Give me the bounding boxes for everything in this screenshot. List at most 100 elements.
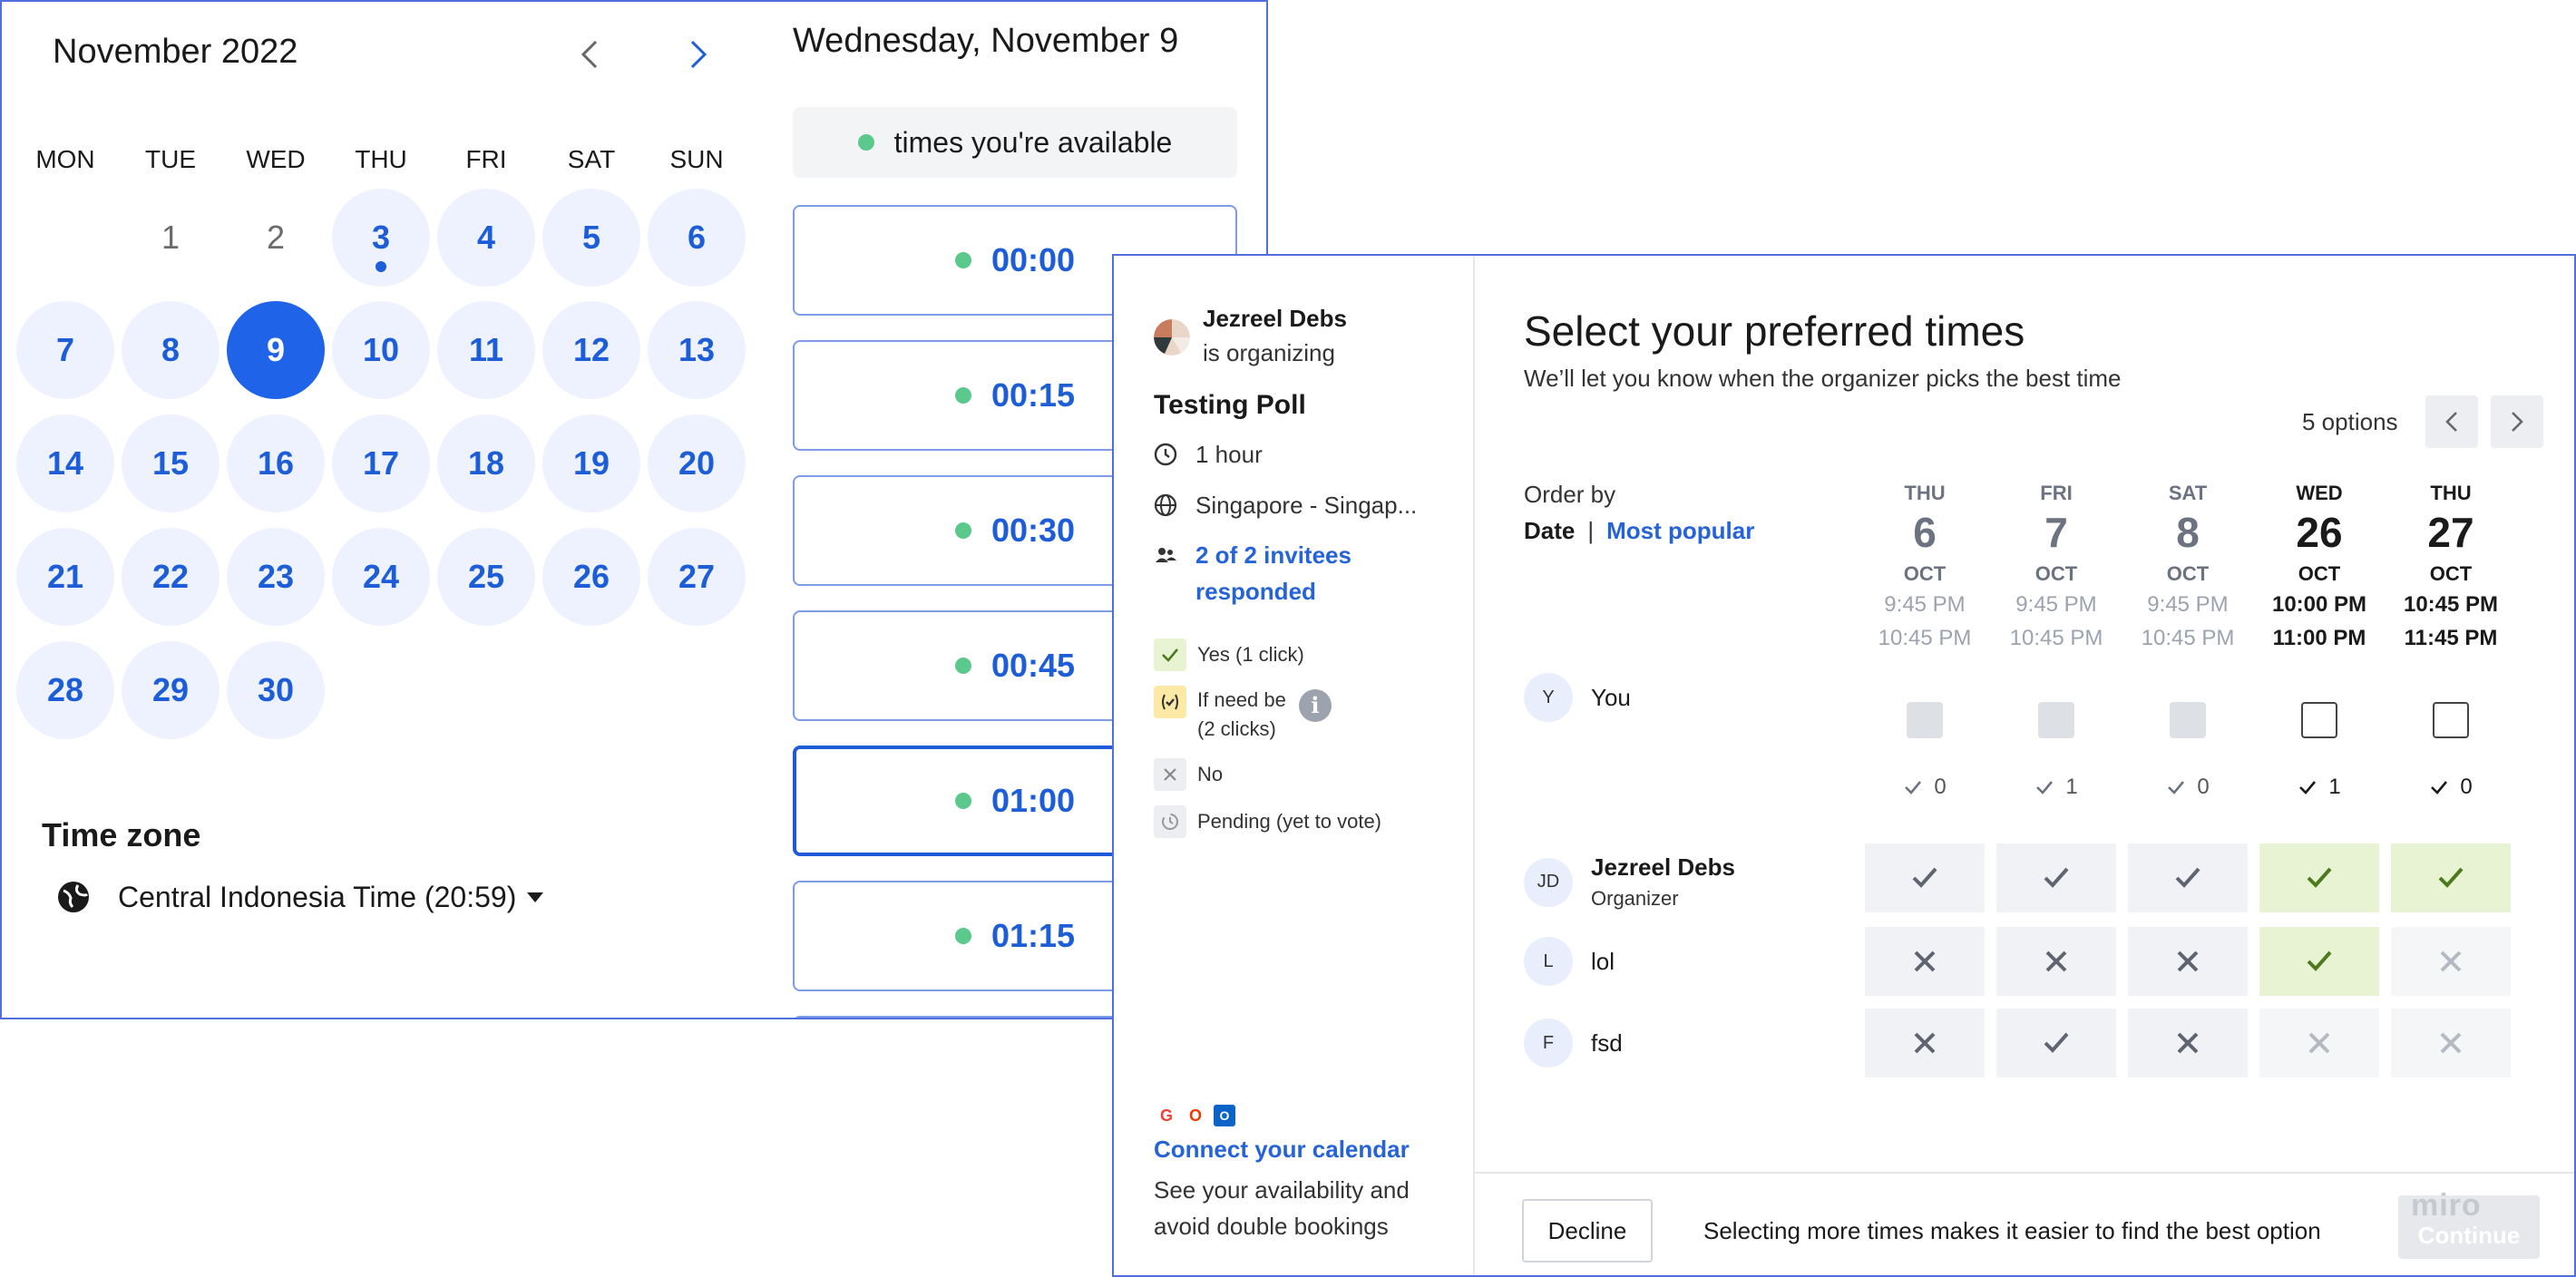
day-number: 20 (678, 444, 716, 482)
order-by-most-popular[interactable]: Most popular (1606, 517, 1754, 544)
calendar-day-22[interactable]: 22 (122, 528, 220, 626)
day-number: 11 (468, 331, 504, 368)
pending-clock-icon (1154, 805, 1186, 838)
calendar-day-10[interactable]: 10 (332, 301, 430, 399)
calendar-day-30[interactable]: 30 (227, 641, 325, 739)
chevron-right-icon (690, 40, 707, 69)
calendar-day-8[interactable]: 8 (122, 301, 220, 399)
participant-fsd: Ffsd (1524, 1019, 1623, 1067)
timezone-title: Time zone (42, 816, 201, 853)
legend-if-need-be: If need be (2 clicks) i (1154, 686, 1332, 744)
poll-main-title: Select your preferred times (1524, 307, 2025, 355)
participant-name: lol (1591, 947, 1615, 975)
next-month-button[interactable] (680, 33, 717, 76)
day-number: 8 (161, 331, 181, 368)
check-icon (1912, 867, 1937, 888)
calendar-day-26[interactable]: 26 (542, 528, 640, 626)
poll-duration: 1 hour (1154, 441, 1263, 469)
day-number: 21 (46, 558, 84, 595)
vote-checkbox (1907, 702, 1943, 738)
weekday-label: SAT (567, 145, 616, 173)
x-icon (1914, 950, 1936, 972)
avatar: L (1524, 937, 1573, 986)
day-number: 2 (266, 219, 286, 256)
check-icon (2036, 781, 2054, 794)
day-number: 9 (266, 331, 286, 368)
calendar-day-28[interactable]: 28 (16, 641, 114, 739)
time-option-header: FRI 7 OCT 9:45 PM 10:45 PM (2009, 482, 2103, 651)
calendar-day-3[interactable]: 3 (332, 189, 430, 287)
availability-label: times you're available (893, 125, 1173, 159)
vote-cell (2391, 1009, 2511, 1077)
timezone-select[interactable]: Central Indonesia Time (20:59) (56, 880, 544, 914)
calendar-day-21[interactable]: 21 (16, 528, 114, 626)
day-number: 19 (572, 444, 610, 482)
calendar-day-23[interactable]: 23 (227, 528, 325, 626)
calendar-day-19[interactable]: 19 (542, 414, 640, 512)
check-icon (2299, 781, 2317, 794)
check-icon (2044, 867, 2069, 888)
time-option-header: WED 26 OCT 10:00 PM 11:00 PM (2271, 482, 2367, 651)
calendar-day-5[interactable]: 5 (542, 189, 640, 287)
day-number: 17 (362, 444, 400, 482)
today-indicator (376, 261, 386, 272)
calendar-day-17[interactable]: 17 (332, 414, 430, 512)
vote-cell (1996, 1009, 2116, 1077)
vote-cell (2128, 843, 2248, 912)
vote-cell (2259, 843, 2379, 912)
available-dot-icon (954, 387, 971, 404)
next-options-button[interactable] (2491, 395, 2543, 448)
calendar-day-11[interactable]: 11 (437, 301, 535, 399)
poll-timezone: Singapore - Singap... (1154, 492, 1417, 520)
month-title: November 2022 (53, 33, 298, 71)
calendar-day-6[interactable]: 6 (648, 189, 746, 287)
vote-checkbox[interactable] (2433, 702, 2469, 738)
avatar: F (1524, 1019, 1573, 1067)
office-icon: O (1188, 1106, 1202, 1125)
connect-calendar-description: See your availability and avoid double b… (1154, 1176, 1410, 1240)
calendar-day-13[interactable]: 13 (648, 301, 746, 399)
chevron-left-icon (2445, 412, 2457, 432)
calendar-day-9[interactable]: 9 (227, 301, 325, 399)
calendar-day-20[interactable]: 20 (648, 414, 746, 512)
prev-options-button[interactable] (2425, 395, 2478, 448)
if-need-be-icon (1154, 686, 1186, 718)
available-dot-icon (954, 793, 971, 809)
connect-calendar-link[interactable]: Connect your calendar (1154, 1136, 1410, 1164)
calendar-day-27[interactable]: 27 (648, 528, 746, 626)
calendar-day-25[interactable]: 25 (437, 528, 535, 626)
calendar-day-29[interactable]: 29 (122, 641, 220, 739)
meeting-poll-dialog: Jezreel Debs is organizing Testing Poll … (1112, 254, 2576, 1277)
calendar-day-16[interactable]: 16 (227, 414, 325, 512)
calendar-day-15[interactable]: 15 (122, 414, 220, 512)
check-icon (1905, 781, 1922, 794)
scheduling-calendar-panel: November 2022 MON TUE WED THU FRI SAT SUN 1234… (0, 0, 1268, 1019)
calendar-provider-logos: G O O (1156, 1105, 1235, 1126)
check-icon (2438, 867, 2464, 888)
vote-checkbox[interactable] (2301, 702, 2337, 738)
day-number: 24 (362, 558, 400, 595)
x-icon (2440, 950, 2462, 972)
legend-pending: Pending (yet to vote) (1154, 805, 1381, 838)
miro-watermark: miro (2411, 1188, 2482, 1223)
day-number: 27 (678, 558, 716, 595)
order-by-date[interactable]: Date (1524, 517, 1575, 544)
vote-cell (2391, 927, 2511, 996)
calendar-day-24[interactable]: 24 (332, 528, 430, 626)
options-count: 5 options (2302, 408, 2398, 435)
prev-month-button[interactable] (571, 33, 608, 76)
day-number: 6 (687, 219, 707, 256)
check-icon (2044, 1032, 2069, 1053)
decline-button[interactable]: Decline (1522, 1199, 1653, 1262)
caret-down-icon (527, 892, 544, 902)
calendar-day-7[interactable]: 7 (16, 301, 114, 399)
available-dot-icon (857, 134, 874, 151)
calendar-day-4[interactable]: 4 (437, 189, 535, 287)
invitees-responded-link[interactable]: 2 of 2 invitees responded (1154, 537, 1351, 609)
vote-cell (2391, 843, 2511, 912)
calendar-day-12[interactable]: 12 (542, 301, 640, 399)
calendar-day-18[interactable]: 18 (437, 414, 535, 512)
calendar-day-14[interactable]: 14 (16, 414, 114, 512)
x-icon (2440, 1032, 2462, 1054)
info-icon[interactable]: i (1298, 689, 1332, 722)
